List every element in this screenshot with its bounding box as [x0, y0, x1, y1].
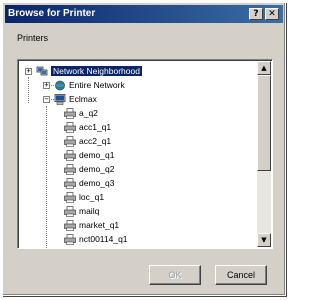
close-button[interactable]: ✕	[265, 8, 279, 20]
computer-icon	[54, 93, 66, 105]
tree-node-label: Network Neighborhood	[51, 66, 142, 76]
tree-node-printer[interactable]: acc2_q1	[64, 134, 111, 148]
printer-icon	[64, 219, 76, 231]
tree-node-label: demo_q2	[79, 164, 115, 174]
title-bar: Browse for Printer ? ✕	[5, 5, 283, 23]
cancel-button[interactable]: Cancel	[215, 265, 267, 285]
scroll-up-button[interactable]: ▲	[257, 61, 271, 75]
printer-icon	[64, 205, 76, 217]
tree-node-printer[interactable]: demo_q3	[64, 176, 114, 190]
tree-node-printer[interactable]: mailq	[64, 204, 99, 218]
tree-node-printer[interactable]: loc_q1	[64, 190, 104, 204]
collapse-toggle[interactable]: +	[25, 68, 32, 75]
tree-node-network-neighborhood[interactable]: Network Neighborhood	[36, 64, 142, 78]
tree-node-printer[interactable]: demo_q1	[64, 148, 114, 162]
tree-node-printer[interactable]: a_q2	[64, 106, 98, 120]
printer-tree[interactable]: + Network Neighborhood + Entire Network …	[17, 59, 273, 249]
printer-icon	[64, 233, 76, 245]
printer-icon	[64, 163, 76, 175]
tree-node-label: Eclmax	[69, 94, 97, 104]
tree-node-printer[interactable]: demo_q2	[64, 162, 114, 176]
dialog-title: Browse for Printer	[8, 8, 96, 19]
prompt-label: Printers	[17, 33, 49, 43]
tree-node-label: demo_q1	[79, 150, 115, 160]
printer-icon	[64, 121, 76, 133]
printer-icon	[64, 191, 76, 203]
tree-node-printer[interactable]: nct00114_q1	[64, 232, 128, 246]
browse-for-printer-dialog: Browse for Printer ? ✕ Printers + Networ…	[2, 2, 286, 296]
tree-node-label: acc2_q1	[79, 136, 112, 146]
tree-node-eclmax[interactable]: Eclmax	[54, 92, 97, 106]
printer-icon	[64, 135, 76, 147]
globe-icon	[54, 80, 66, 91]
tree-node-label: mailq	[79, 206, 100, 216]
expand-toggle[interactable]: +	[43, 82, 50, 89]
network-neighborhood-icon	[36, 66, 48, 77]
ok-button[interactable]: OK	[149, 265, 201, 285]
printer-icon	[64, 107, 76, 119]
collapse-toggle[interactable]: −	[43, 96, 50, 103]
help-button[interactable]: ?	[249, 8, 263, 20]
vertical-scrollbar[interactable]: ▲ ▼	[257, 61, 271, 247]
scroll-thumb[interactable]	[257, 75, 271, 171]
tree-node-label: Entire Network	[69, 80, 125, 90]
tree-node-label: demo_q3	[79, 178, 115, 188]
printer-icon	[64, 149, 76, 161]
tree-node-label: loc_q1	[79, 192, 105, 202]
tree-node-printer[interactable]: acc1_q1	[64, 120, 111, 134]
tree-node-label: acc1_q1	[79, 122, 112, 132]
tree-node-label: nct00114_q1	[79, 234, 128, 244]
tree-node-printer[interactable]: market_q1	[64, 218, 119, 232]
tree-node-label: a_q2	[79, 108, 98, 118]
tree-node-entire-network[interactable]: Entire Network	[54, 78, 125, 92]
scroll-down-button[interactable]: ▼	[257, 233, 271, 247]
tree-connector	[28, 77, 29, 103]
printer-icon	[64, 177, 76, 189]
tree-connector	[46, 106, 47, 248]
tree-node-label: market_q1	[79, 220, 120, 230]
